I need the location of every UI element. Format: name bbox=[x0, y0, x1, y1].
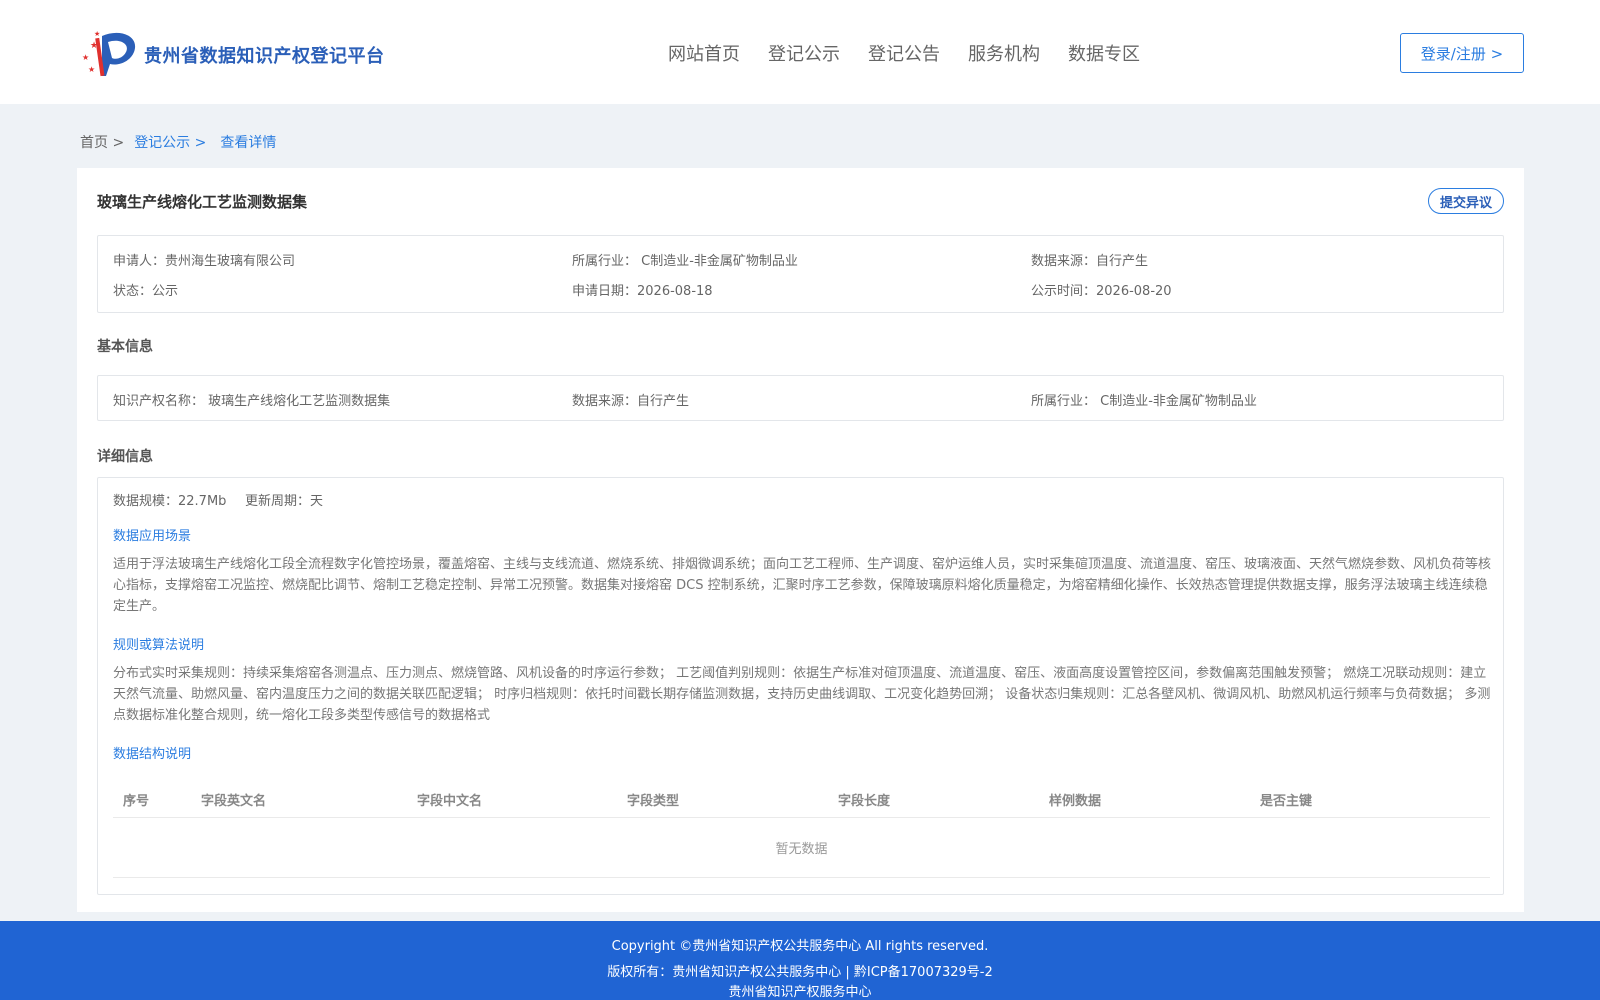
col-field-english-name: 字段英文名 bbox=[201, 794, 267, 809]
main-nav: 网站首页 登记公示 登记公告 服务机构 数据专区 bbox=[668, 40, 1168, 66]
basic-industry: 所属行业： C制造业-非金属矿物制品业 bbox=[1031, 394, 1257, 409]
summary-panel: 申请人：贵州海生玻璃有限公司 所属行业： C制造业-非金属矿物制品业 数据来源：… bbox=[97, 235, 1504, 313]
footer-rights: 版权所有：贵州省知识产权公共服务中心 | 黔ICP备17007329号-2 bbox=[607, 965, 993, 980]
applicant: 申请人：贵州海生玻璃有限公司 bbox=[113, 254, 296, 269]
footer: Copyright ©贵州省知识产权公共服务中心 All rights rese… bbox=[0, 921, 1600, 1000]
detail-info-panel: 数据规模：22.7Mb 更新周期：天 数据应用场景 适用于浮法玻璃生产线熔化工段… bbox=[97, 477, 1504, 895]
login-register-button[interactable]: 登录/注册 > bbox=[1400, 33, 1524, 73]
breadcrumb-current: 查看详情 bbox=[220, 135, 277, 151]
svg-text:★: ★ bbox=[88, 65, 95, 74]
nav-registration-notice[interactable]: 登记公示 bbox=[768, 40, 840, 66]
col-primary-key: 是否主键 bbox=[1260, 794, 1313, 809]
svg-text:★: ★ bbox=[82, 53, 89, 62]
page-title: 玻璃生产线熔化工艺监测数据集 bbox=[97, 193, 308, 211]
footer-copyright: Copyright ©贵州省知识产权公共服务中心 All rights rese… bbox=[611, 939, 989, 954]
rule-title: 规则或算法说明 bbox=[113, 638, 205, 653]
nav-registration-announcement[interactable]: 登记公告 bbox=[868, 40, 940, 66]
application-scene-text: 适用于浮法玻璃生产线熔化工段全流程数字化管控场景，覆盖熔窑、主线与支线流道、燃烧… bbox=[113, 557, 1492, 614]
nav-data-zone[interactable]: 数据专区 bbox=[1068, 40, 1140, 66]
platform-logo-icon[interactable]: ★ ★ ★ ★ bbox=[80, 28, 138, 78]
data-source: 数据来源：自行产生 bbox=[1031, 254, 1149, 269]
ip-name: 知识产权名称： 玻璃生产线熔化工艺监测数据集 bbox=[113, 394, 391, 409]
table-header-row: 序号 字段英文名 字段中文名 字段类型 字段长度 样例数据 是否主键 bbox=[113, 778, 1490, 818]
empty-table-message: 暂无数据 bbox=[113, 818, 1490, 878]
apply-date: 申请日期：2026-08-18 bbox=[572, 284, 713, 299]
col-field-length: 字段长度 bbox=[838, 794, 891, 809]
footer-org: 贵州省知识产权服务中心 bbox=[728, 985, 872, 1000]
col-field-type: 字段类型 bbox=[627, 794, 680, 809]
breadcrumb-home[interactable]: 首页 > bbox=[80, 132, 124, 152]
basic-info-heading: 基本信息 bbox=[97, 339, 153, 355]
industry: 所属行业： C制造业-非金属矿物制品业 bbox=[572, 254, 798, 269]
update-cycle: 更新周期：天 bbox=[245, 494, 324, 509]
rule-text: 分布式实时采集规则：持续采集熔窑各测温点、压力测点、燃烧管路、风机设备的时序运行… bbox=[113, 666, 1491, 723]
nav-home[interactable]: 网站首页 bbox=[668, 40, 740, 66]
status: 状态：公示 bbox=[113, 284, 179, 299]
basic-info-panel: 知识产权名称： 玻璃生产线熔化工艺监测数据集 数据来源：自行产生 所属行业： C… bbox=[97, 375, 1504, 421]
nav-service-agencies[interactable]: 服务机构 bbox=[968, 40, 1040, 66]
basic-data-source: 数据来源：自行产生 bbox=[572, 394, 690, 409]
submit-objection-button[interactable]: 提交异议 bbox=[1428, 188, 1504, 214]
col-field-chinese-name: 字段中文名 bbox=[417, 794, 483, 809]
breadcrumb-registration-notice[interactable]: 登记公示 > bbox=[134, 132, 206, 152]
svg-text:★: ★ bbox=[94, 30, 100, 38]
data-scale: 数据规模：22.7Mb bbox=[113, 494, 227, 509]
col-index: 序号 bbox=[123, 794, 150, 809]
svg-text:★: ★ bbox=[90, 41, 98, 51]
detail-info-heading: 详细信息 bbox=[97, 449, 153, 465]
col-sample-data: 样例数据 bbox=[1049, 794, 1102, 809]
application-scene-title: 数据应用场景 bbox=[113, 529, 192, 544]
breadcrumb: 首页 > 登记公示 > 查看详情 bbox=[80, 132, 276, 152]
data-structure-title: 数据结构说明 bbox=[113, 747, 192, 762]
site-title[interactable]: 贵州省数据知识产权登记平台 bbox=[144, 42, 385, 68]
detail-card: 玻璃生产线熔化工艺监测数据集 提交异议 申请人：贵州海生玻璃有限公司 所属行业：… bbox=[77, 168, 1524, 912]
publish-date: 公示时间：2026-08-20 bbox=[1031, 284, 1172, 299]
top-header: ★ ★ ★ ★ 贵州省数据知识产权登记平台 网站首页 登记公示 登记公告 服务机… bbox=[0, 0, 1600, 104]
